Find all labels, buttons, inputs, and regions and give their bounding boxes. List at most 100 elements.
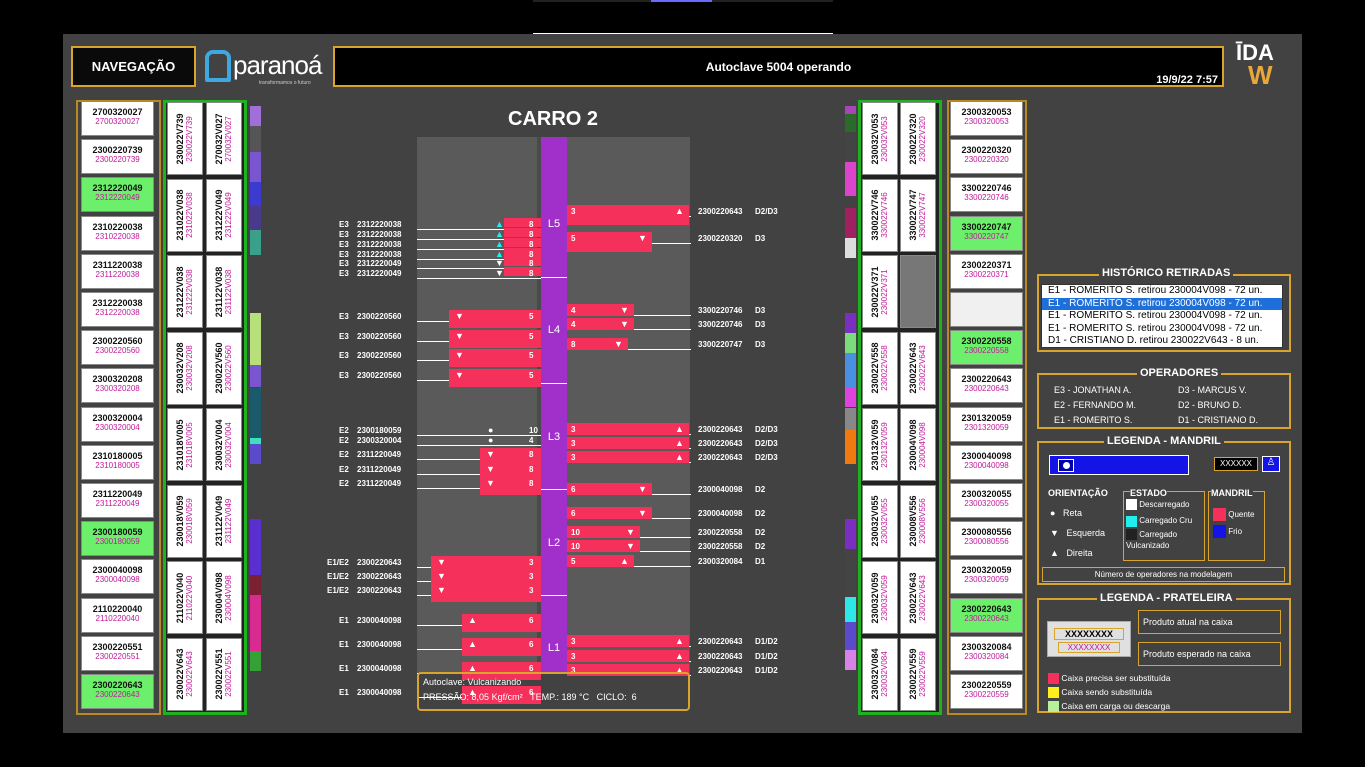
vertical-shelf-cell[interactable]: 230022V551 230022V551 — [206, 637, 242, 711]
mandril-bar[interactable] — [567, 205, 689, 225]
shelf-cell[interactable]: 2300220371 2300220371 — [950, 253, 1023, 289]
cell-expected-code: 2300320208 — [95, 384, 140, 394]
shelf-cell[interactable]: 2110220040 2110220040 — [81, 597, 154, 633]
shelf-cell[interactable]: 3300220747 3300220747 — [950, 215, 1023, 251]
shelf-cell[interactable]: 2310220038 2310220038 — [81, 215, 154, 251]
mandril-bar[interactable] — [504, 248, 541, 257]
mandril-bar[interactable] — [504, 238, 541, 247]
vertical-shelf-cell[interactable]: 230022V643 230022V643 — [900, 561, 936, 634]
vertical-shelf-cell[interactable]: 230032V059 230032V059 — [862, 561, 898, 634]
down-arrow-icon: ▼ — [455, 370, 464, 380]
vertical-shelf-cell[interactable]: 231018V005 231018V005 — [167, 408, 203, 481]
shelf-cell[interactable]: 2301320059 2301320059 — [950, 406, 1023, 442]
vertical-shelf-cell[interactable]: 230008V556 230008V556 — [900, 484, 936, 558]
shelf-cell[interactable]: 2312220038 2312220038 — [81, 292, 154, 327]
vertical-shelf-cell[interactable]: 230022V558 230022V558 — [862, 331, 898, 405]
shelf-cell[interactable]: 2300040098 2300040098 — [81, 559, 154, 595]
shelf-cell[interactable]: 2300220643 2300220643 — [950, 597, 1023, 633]
mandril-bar[interactable] — [567, 635, 689, 647]
shelf-cell[interactable]: 2700320027 2700320027 — [81, 101, 154, 136]
shelf-cell[interactable]: 2311220038 2311220038 — [81, 253, 154, 289]
cell-expected-code: 2312220049 — [95, 193, 140, 203]
vertical-shelf-cell[interactable]: 231122V049 231122V049 — [206, 484, 242, 558]
historico-list[interactable]: E1 - ROMERITO S. retirou 230004V098 - 72… — [1041, 284, 1283, 348]
vertical-shelf-cell[interactable]: 230022V320 230022V320 — [900, 102, 936, 175]
historico-item[interactable]: E1 - ROMERITO S. retirou 230004V098 - 72… — [1042, 285, 1282, 298]
vertical-shelf-cell[interactable]: 230032V208 230032V208 — [167, 331, 203, 405]
shelf-cell[interactable]: 2311220049 2311220049 — [81, 483, 154, 518]
shelf-cell[interactable]: 2300220558 2300220558 — [950, 330, 1023, 366]
row-count: 8 — [529, 465, 534, 474]
shelf-cell[interactable]: 2300320055 2300320055 — [950, 483, 1023, 518]
row-count: 5 — [529, 312, 534, 321]
shelf-cell[interactable]: 2300220560 2300220560 — [81, 330, 154, 366]
mandril-bar[interactable] — [504, 218, 541, 227]
vertical-shelf-cell[interactable]: 230132V059 230132V059 — [862, 408, 898, 481]
shelf-cell[interactable]: 2300220559 2300220559 — [950, 674, 1023, 709]
vertical-shelf-cell[interactable] — [900, 255, 936, 328]
shelf-cell[interactable]: 3300220746 3300220746 — [950, 177, 1023, 213]
vertical-shelf-cell[interactable]: 230022V739 230022V739 — [167, 102, 203, 175]
vertical-cell-label: 231018V005 231018V005 — [175, 419, 195, 470]
nav-button[interactable]: NAVEGAÇÃO — [71, 46, 196, 87]
mandril-bar[interactable] — [567, 423, 689, 435]
mandril-bar[interactable] — [431, 584, 541, 602]
up-arrow-icon: ▲ — [675, 636, 684, 646]
shelf-cell[interactable] — [950, 292, 1023, 327]
vertical-shelf-cell[interactable]: 230032V053 230032V053 — [862, 102, 898, 175]
vertical-cell-expected: 230004V098 — [918, 421, 927, 468]
shelf-cell[interactable]: 2312220049 2312220049 — [81, 177, 154, 213]
pressure-value: 8,05 — [471, 692, 490, 702]
shelf-cell[interactable]: 2300320053 2300320053 — [950, 101, 1023, 136]
mandril-bar[interactable] — [504, 257, 541, 266]
vertical-shelf-cell[interactable]: 230022V643 230022V643 — [167, 637, 203, 711]
shelf-cell[interactable]: 2300220643 2300220643 — [950, 368, 1023, 404]
vertical-shelf-cell[interactable]: 230032V055 230032V055 — [862, 484, 898, 558]
shelf-cell[interactable]: 2300040098 2300040098 — [950, 444, 1023, 480]
vertical-shelf-cell[interactable]: 270032V027 270032V027 — [206, 102, 242, 175]
vertical-shelf-cell[interactable]: 230004V098 230004V098 — [900, 408, 936, 481]
shelf-cell[interactable]: 2300320004 2300320004 — [81, 406, 154, 442]
vertical-shelf-cell[interactable]: 330022V747 330022V747 — [900, 178, 936, 252]
row-count: 3 — [571, 453, 576, 462]
shelf-cell[interactable]: 2300220320 2300220320 — [950, 139, 1023, 175]
shelf-cell[interactable]: 2300180059 2300180059 — [81, 521, 154, 557]
historico-item[interactable]: E1 - ROMERITO S. retirou 230004V098 - 72… — [1042, 323, 1282, 336]
vertical-shelf-cell[interactable]: 230022V371 230022V371 — [862, 255, 898, 328]
vertical-shelf-cell[interactable]: 230022V560 230022V560 — [206, 331, 242, 405]
vertical-shelf-cell[interactable]: 211022V040 211022V040 — [167, 561, 203, 634]
mandril-bar[interactable] — [567, 437, 689, 449]
shelf-cell[interactable]: 2300320059 2300320059 — [950, 559, 1023, 595]
shelf-cell[interactable]: 2300320208 2300320208 — [81, 368, 154, 404]
vertical-shelf-cell[interactable]: 231022V038 231022V038 — [167, 178, 203, 252]
mandril-bar[interactable] — [504, 267, 541, 276]
shelf-cell[interactable]: 2300220551 2300220551 — [81, 635, 154, 671]
mandril-bar[interactable] — [567, 451, 689, 463]
mandril-bar[interactable] — [567, 650, 689, 662]
vertical-cell-label: 230022V739 230022V739 — [175, 113, 195, 164]
shelf-cell[interactable]: 2300220643 2300220643 — [81, 674, 154, 709]
shelf-cell[interactable]: 2300080556 2300080556 — [950, 521, 1023, 557]
shelf-cell[interactable]: 2300220739 2300220739 — [81, 139, 154, 175]
operators-icon[interactable]: ♙ — [1262, 456, 1280, 472]
historico-item-selected[interactable]: E1 - ROMERITO S. retirou 230004V098 - 72… — [1042, 297, 1282, 310]
vertical-shelf-cell[interactable]: 230022V559 230022V559 — [900, 637, 936, 711]
vertical-shelf-cell[interactable]: 230018V059 230018V059 — [167, 484, 203, 558]
shelf-cell[interactable]: 2310180005 2310180005 — [81, 444, 154, 480]
vertical-shelf-cell[interactable]: 231122V038 231122V038 — [206, 255, 242, 328]
paranoa-logo: paranoá transformamos o futuro — [205, 48, 325, 88]
vertical-shelf-cell[interactable]: 330022V746 330022V746 — [862, 178, 898, 252]
mandril-footer: Número de operadores na modelagem — [1042, 567, 1285, 582]
historico-item[interactable]: E1 - ROMERITO S. retirou 230004V098 - 72… — [1042, 310, 1282, 323]
vertical-shelf-cell[interactable]: 230022V643 230022V643 — [900, 331, 936, 405]
vertical-shelf-cell[interactable]: 231222V038 231222V038 — [167, 255, 203, 328]
vertical-shelf-cell[interactable]: 230032V004 230032V004 — [206, 408, 242, 481]
shelf-cell[interactable]: 2300320084 2300320084 — [950, 635, 1023, 671]
historico-item[interactable]: D1 - CRISTIANO D. retirou 230022V643 - 8… — [1042, 335, 1282, 348]
color-strip — [845, 114, 856, 132]
vertical-shelf-cell[interactable]: 231222V049 231222V049 — [206, 178, 242, 252]
vertical-shelf-cell[interactable]: 230032V084 230032V084 — [862, 637, 898, 711]
vertical-shelf-cell[interactable]: 230004V098 230004V098 — [206, 561, 242, 634]
row-operator: E1 — [339, 688, 349, 697]
mandril-bar[interactable] — [504, 228, 541, 237]
